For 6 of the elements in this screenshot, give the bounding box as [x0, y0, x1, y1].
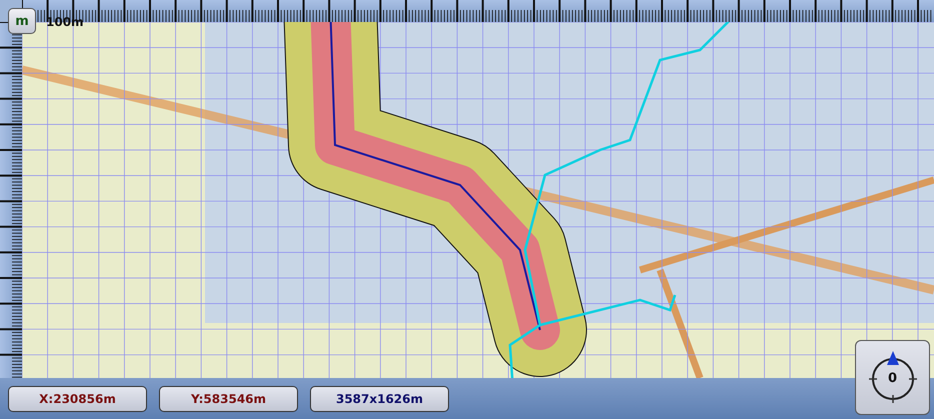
coordinate-readout[interactable]: Y:583546m	[159, 386, 298, 412]
coordinate-readout[interactable]: X:230856m	[8, 386, 147, 412]
extent-readout[interactable]: 3587x1626m	[310, 386, 449, 412]
unit-button[interactable]: m	[8, 8, 36, 34]
compass-button[interactable]: 0	[855, 340, 930, 415]
heading-value: 0	[886, 371, 898, 386]
